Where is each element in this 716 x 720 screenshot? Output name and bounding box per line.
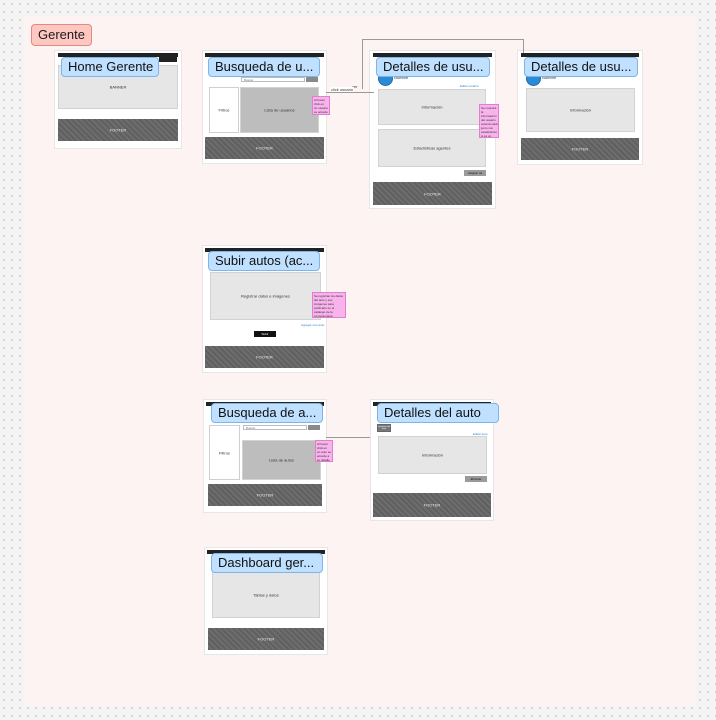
frame-title-detalles-usuario-1[interactable]: Detalles de usu... [376,57,490,77]
connector-label: click usuario [330,87,355,92]
search-button[interactable] [306,77,318,82]
upload-form[interactable]: Registrar datos e imágenes [210,272,321,320]
sticky-note: Al hacer click en un usuario se accede a… [312,96,330,115]
search-input[interactable]: Buscar [243,425,307,430]
footer: FOOTER [58,119,178,141]
section-label[interactable]: Gerente [31,24,92,46]
connector-line [326,437,376,438]
footer: FOOTER [521,138,639,160]
frame-title-home-gerente[interactable]: Home Gerente [61,57,159,77]
search-button[interactable] [308,425,320,430]
connector-line [326,92,374,93]
footer: FOOTER [205,137,324,159]
results-list[interactable]: Lista de autos [242,440,321,480]
sticky-note: Se muestra la información del usuario se… [479,104,499,138]
info-box: Información [378,89,486,125]
frame-title-busqueda-autos[interactable]: Busqueda de a... [211,403,323,423]
footer: FOOTER [373,493,491,517]
sticky-note: Se registran los datos del auto y sus im… [312,292,346,318]
upload-button[interactable]: Subir [254,331,276,337]
connector-line [362,39,524,40]
frame-title-subir-autos[interactable]: Subir autos (ac... [208,251,320,271]
search-input[interactable]: Buscar [241,77,305,82]
assign-role-button[interactable]: Asignar rol [464,170,486,176]
frame-title-detalles-usuario-2[interactable]: Detalles de usu... [524,57,638,77]
delete-button[interactable]: Eliminar [465,476,487,482]
results-list[interactable]: Lista de usuarios [240,87,319,133]
footer: FOOTER [208,628,324,650]
footer: FOOTER [208,484,322,506]
footer: FOOTER [373,182,492,205]
connector-line [523,39,524,53]
frame-title-detalles-auto[interactable]: Detalles del auto [377,403,499,423]
info-box: Información [526,88,635,132]
filters-panel[interactable]: Filtros [209,87,239,133]
filters-panel[interactable]: Filtros [209,425,240,480]
info-box: Información [378,436,487,474]
dashboard-content: Tablas y datos [212,572,320,618]
top-button[interactable] [159,57,177,62]
frame-title-busqueda-usuarios[interactable]: Busqueda de u... [208,57,320,77]
edit-user-link[interactable]: Editar usuario [460,84,479,88]
footer: FOOTER [205,346,324,368]
frame-title-dashboard-gerente[interactable]: Dashboard ger... [211,553,323,573]
car-images: Imágenes del auto [377,424,391,432]
add-another-link[interactable]: Agregar otro auto [301,323,324,327]
sticky-note: Al hacer click en un auto se accede a su… [315,440,333,462]
stats-box: Estadísticas agentes [378,129,486,167]
connector-line [362,39,363,89]
